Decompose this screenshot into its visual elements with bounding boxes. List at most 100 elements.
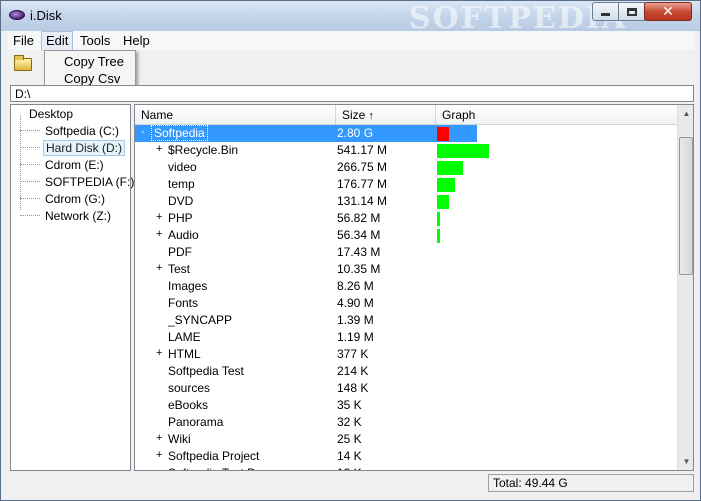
table-row[interactable]: sources 148 K (135, 380, 677, 397)
tree-item-g[interactable]: Cdrom (G:) (45, 192, 105, 206)
row-name: sources (168, 381, 211, 395)
row-name: Softpedia Test D... (168, 466, 266, 470)
table-row[interactable]: Images 8.26 M (135, 278, 677, 295)
menu-help[interactable]: Help (123, 33, 150, 48)
table-row[interactable]: + PHP 56.82 M (135, 210, 677, 227)
minimize-button[interactable] (592, 2, 619, 21)
row-size: 14 K (337, 449, 362, 463)
size-bar (437, 229, 440, 243)
expand-toggle-icon[interactable]: - (141, 126, 151, 138)
expand-toggle-icon[interactable]: + (156, 449, 166, 461)
table-row[interactable]: + Audio 56.34 M (135, 227, 677, 244)
row-size: 32 K (337, 415, 362, 429)
expand-toggle-icon[interactable]: + (156, 228, 166, 240)
row-name: Panorama (168, 415, 224, 429)
row-size: 4.90 M (337, 296, 374, 310)
column-name-label: Name (141, 108, 174, 122)
table-row[interactable]: + HTML 377 K (135, 346, 677, 363)
expand-toggle-icon[interactable]: + (156, 347, 166, 359)
table-row[interactable]: + $Recycle.Bin 541.17 M (135, 142, 677, 159)
vertical-scrollbar[interactable]: ▲ ▼ (677, 105, 693, 470)
table-row[interactable]: + Softpedia Project 14 K (135, 448, 677, 465)
row-name: Test (168, 262, 191, 276)
column-graph[interactable]: Graph (436, 105, 677, 125)
table-row[interactable]: Softpedia Test 214 K (135, 363, 677, 380)
row-name: Fonts (168, 296, 199, 310)
folder-size-list: Name Size ↑ Graph - Softpedia 2.80 G + $Recyc… (134, 104, 694, 471)
tree-item-c[interactable]: Softpedia (C:) (45, 124, 119, 138)
tree-branch (20, 215, 40, 216)
column-name[interactable]: Name (135, 105, 336, 125)
table-row[interactable]: + Wiki 25 K (135, 431, 677, 448)
row-size: 1.19 M (337, 330, 374, 344)
tree-root-desktop[interactable]: Desktop (29, 107, 73, 121)
tree-item-z[interactable]: Network (Z:) (45, 209, 111, 223)
expand-toggle-icon[interactable]: + (156, 211, 166, 223)
row-size: 13 K (337, 466, 362, 470)
row-name: Audio (168, 228, 199, 242)
row-name: _SYNCAPP (168, 313, 233, 327)
row-name: Images (168, 279, 208, 293)
menu-tools[interactable]: Tools (80, 33, 110, 48)
table-row[interactable]: _SYNCAPP 1.39 M (135, 312, 677, 329)
sort-arrow-icon: ↑ (368, 110, 374, 122)
tree-item-e[interactable]: Cdrom (E:) (45, 158, 104, 172)
row-size: 1.39 M (337, 313, 374, 327)
row-name: Wiki (168, 432, 191, 446)
path-input[interactable]: D:\ (10, 85, 694, 102)
size-bar (437, 212, 440, 226)
table-row[interactable]: DVD 131.14 M (135, 193, 677, 210)
size-bar (437, 161, 463, 175)
row-size: 377 K (337, 347, 369, 361)
size-bar (437, 178, 455, 192)
size-bar (437, 127, 449, 141)
scroll-down-icon[interactable]: ▼ (678, 453, 693, 470)
expand-toggle-icon[interactable]: + (156, 143, 166, 155)
row-size: 8.26 M (337, 279, 374, 293)
close-button[interactable]: ✕ (644, 2, 692, 21)
table-row[interactable]: Fonts 4.90 M (135, 295, 677, 312)
row-name: temp (168, 177, 195, 191)
expand-toggle-icon[interactable]: + (156, 432, 166, 444)
size-bar (437, 195, 449, 209)
row-size: 56.82 M (337, 211, 381, 225)
tree-item-f[interactable]: SOFTPEDIA (F:) (45, 175, 134, 189)
row-name: Softpedia Project (168, 449, 260, 463)
table-row[interactable]: Panorama 32 K (135, 414, 677, 431)
table-row[interactable]: video 266.75 M (135, 159, 677, 176)
table-row[interactable]: + Test 10.35 M (135, 261, 677, 278)
copy-csv-item[interactable]: Copy Csv (64, 71, 120, 86)
row-size: 131.14 M (337, 194, 388, 208)
tree-item-d[interactable]: Hard Disk (D:) (43, 140, 126, 156)
table-row[interactable]: temp 176.77 M (135, 176, 677, 193)
row-size: 541.17 M (337, 143, 388, 157)
maximize-icon (626, 7, 637, 16)
menu-file[interactable]: File (13, 33, 34, 48)
row-name: Softpedia Test (168, 364, 244, 378)
row-name: PDF (168, 245, 192, 259)
title-bar[interactable]: i.Disk SOFTPEDIA ✕ (1, 1, 700, 36)
maximize-button[interactable] (618, 2, 645, 21)
folder-open-icon[interactable] (14, 55, 32, 71)
row-size: 2.80 G (337, 126, 374, 140)
row-size: 17.43 M (337, 245, 381, 259)
column-graph-label: Graph (442, 108, 476, 122)
menu-edit[interactable]: Edit (41, 31, 74, 51)
row-name: $Recycle.Bin (168, 143, 239, 157)
minimize-icon (601, 13, 610, 16)
table-row[interactable]: LAME 1.19 M (135, 329, 677, 346)
tree-branch (20, 147, 40, 148)
row-name: HTML (168, 347, 201, 361)
scroll-up-icon[interactable]: ▲ (678, 105, 693, 122)
copy-tree-item[interactable]: Copy Tree (64, 54, 124, 69)
table-row[interactable]: PDF 17.43 M (135, 244, 677, 261)
table-row[interactable]: - Softpedia 2.80 G (135, 125, 477, 142)
table-row[interactable]: Softpedia Test D... 13 K (135, 465, 677, 470)
table-row[interactable]: eBooks 35 K (135, 397, 677, 414)
scroll-thumb[interactable] (679, 137, 693, 275)
window-title: i.Disk (30, 8, 62, 23)
menu-bar: File Edit Tools Help (8, 31, 694, 51)
close-icon: ✕ (662, 3, 674, 20)
column-size[interactable]: Size ↑ (336, 105, 436, 125)
expand-toggle-icon[interactable]: + (156, 262, 166, 274)
